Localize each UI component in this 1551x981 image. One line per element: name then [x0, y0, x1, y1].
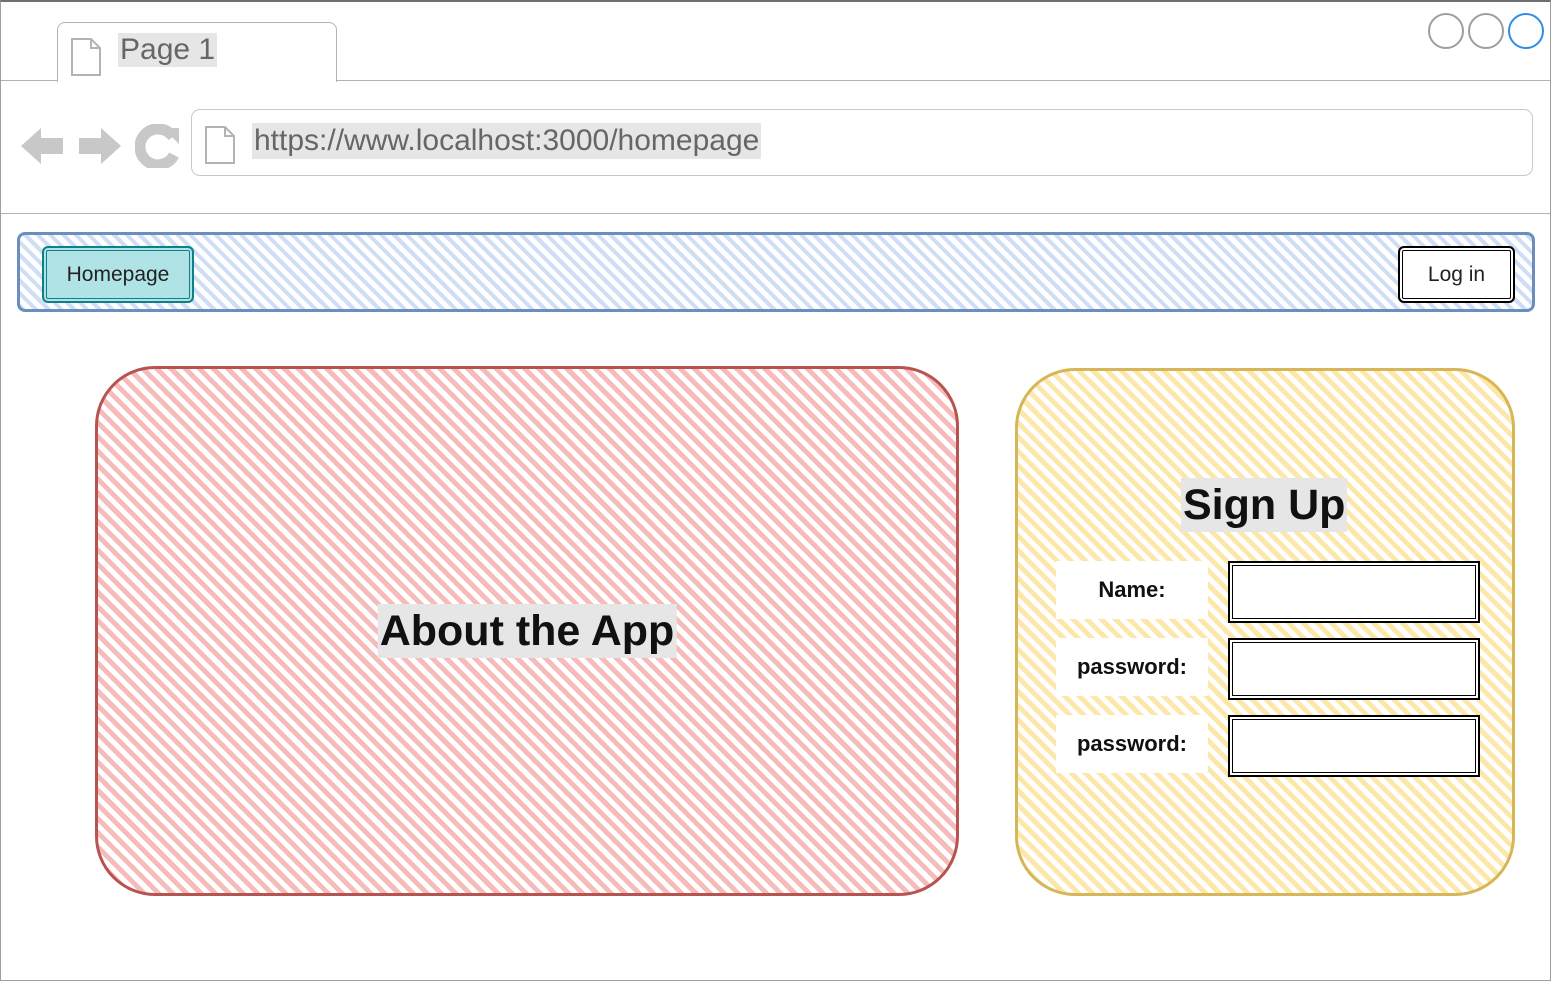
window-controls: [1428, 13, 1544, 49]
tab-title: Page 1: [118, 33, 218, 67]
app-navbar: Homepage Log in: [17, 232, 1535, 312]
window-control-circle-icon[interactable]: [1508, 13, 1544, 49]
browser-chrome-divider: [1, 213, 1550, 214]
signup-title: Sign Up: [1181, 478, 1348, 532]
name-label: Name:: [1056, 561, 1208, 619]
browser-tab[interactable]: Page 1: [57, 22, 337, 82]
window-control-circle-icon[interactable]: [1428, 13, 1464, 49]
window-control-circle-icon[interactable]: [1468, 13, 1504, 49]
password-label: password:: [1056, 638, 1208, 696]
address-bar[interactable]: https://www.localhost:3000/homepage: [191, 109, 1533, 176]
forward-arrow-icon[interactable]: [77, 124, 123, 173]
password-input[interactable]: [1228, 638, 1480, 700]
confirm-password-input[interactable]: [1228, 715, 1480, 777]
confirm-password-label: password:: [1056, 715, 1208, 773]
url-text[interactable]: https://www.localhost:3000/homepage: [252, 123, 762, 159]
login-button[interactable]: Log in: [1398, 246, 1515, 303]
back-arrow-icon[interactable]: [19, 124, 65, 173]
about-card: About the App: [95, 366, 959, 896]
reload-icon[interactable]: [134, 123, 181, 173]
signup-card: Sign Up Name: password: password:: [1015, 368, 1515, 896]
homepage-button[interactable]: Homepage: [42, 246, 194, 303]
page-icon: [70, 37, 102, 82]
page-icon: [204, 125, 236, 170]
browser-window: Page 1 https://www.localhost:3000/homepa…: [0, 0, 1551, 981]
name-input[interactable]: [1228, 561, 1480, 623]
about-title: About the App: [377, 604, 677, 658]
